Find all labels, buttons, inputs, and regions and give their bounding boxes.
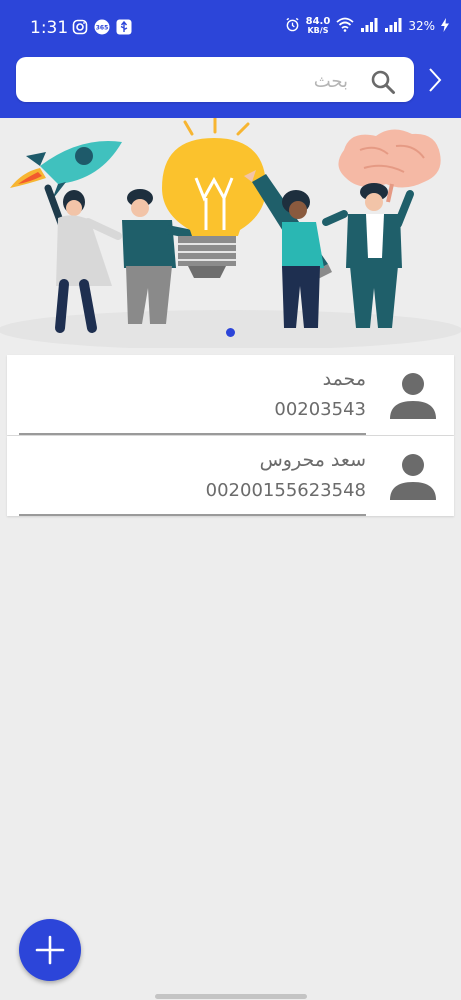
person-icon [388,371,438,421]
add-contact-button[interactable] [19,919,81,981]
contact-phone: 00203543 [274,399,366,420]
app-365-icon: 365 [94,19,110,39]
contact-name: سعد محروس [259,449,366,471]
team-ideas-illustration [0,118,461,348]
svg-text:365: 365 [96,25,109,32]
pager-dot-active[interactable] [226,328,235,337]
home-indicator[interactable] [155,994,307,999]
contact-item[interactable]: سعد محروس 00200155623548 [7,436,454,516]
person-icon [388,452,438,502]
battery-percent: 32% [408,19,435,33]
rocket-icon [10,141,122,200]
plus-icon [35,935,65,965]
brain-icon [338,129,441,203]
person-third [282,190,324,328]
status-time: 1:31 [30,18,69,38]
lightbulb-icon [162,118,266,278]
signal-icon [384,17,402,35]
status-right-icons: 84.0 KB/S 32% [285,17,449,35]
instagram-icon [72,19,88,39]
app-header: 1:31 365 84.0 KB/S 32% بحث [0,0,461,118]
chevron-right-icon[interactable] [425,66,445,94]
search-placeholder: بحث [313,71,348,92]
status-bar: 1:31 365 84.0 KB/S 32% [0,0,461,56]
divider [19,514,366,516]
banner-carousel[interactable] [0,118,461,348]
usb-icon [116,19,132,39]
search-icon[interactable] [370,69,396,95]
person-right [322,183,414,328]
signal-icon [360,17,378,35]
person-left [44,184,122,333]
contact-name: محمد [322,368,366,390]
net-speed: 84.0 KB/S [306,17,331,35]
contact-item[interactable]: محمد 00203543 [7,355,454,435]
net-speed-unit: KB/S [307,26,329,35]
status-left-icons: 365 [72,19,132,39]
alarm-icon [285,17,300,35]
contact-phone: 00200155623548 [205,480,366,501]
divider [19,433,366,435]
charging-icon [441,17,449,35]
wifi-icon [336,17,354,35]
search-input[interactable]: بحث [16,57,414,102]
